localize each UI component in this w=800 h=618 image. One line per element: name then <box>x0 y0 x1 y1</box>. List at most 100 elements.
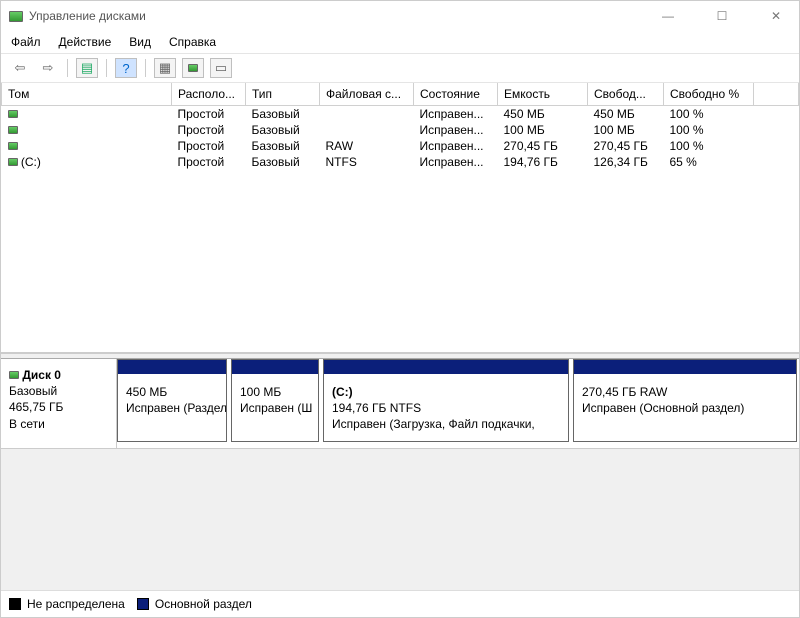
volume-icon <box>8 126 18 134</box>
col-spacer <box>754 83 799 106</box>
partition-body: 100 МБ Исправен (Ш <box>232 374 318 441</box>
cell-fs <box>320 106 414 123</box>
disk-name: Диск 0 <box>22 368 61 382</box>
legend-swatch-unallocated <box>9 598 21 610</box>
partition-size: 450 МБ <box>126 385 167 399</box>
disk-size: 465,75 ГБ <box>9 400 63 414</box>
list-view-icon[interactable]: ▤ <box>76 58 98 78</box>
cell-vol <box>2 122 172 138</box>
partition-stripe <box>232 360 318 374</box>
cell-fs: RAW <box>320 138 414 154</box>
col-filesystem[interactable]: Файловая с... <box>320 83 414 106</box>
help-icon[interactable]: ? <box>115 58 137 78</box>
menu-file[interactable]: Файл <box>11 35 41 49</box>
detail-view-icon[interactable]: ▭ <box>210 58 232 78</box>
col-status[interactable]: Состояние <box>414 83 498 106</box>
partition-size: 100 МБ <box>240 385 281 399</box>
table-row[interactable]: ПростойБазовыйИсправен...100 МБ100 МБ100… <box>2 122 799 138</box>
disk-map: Диск 0 Базовый 465,75 ГБ В сети 450 МБИс… <box>1 359 799 449</box>
cell-status: Исправен... <box>414 154 498 170</box>
partition-body: 270,45 ГБ RAW Исправен (Основной раздел) <box>574 374 796 441</box>
legend-primary: Основной раздел <box>155 597 252 611</box>
cell-vol <box>2 106 172 123</box>
table-row[interactable]: ПростойБазовыйИсправен...450 МБ450 МБ100… <box>2 106 799 123</box>
cell-spacer <box>754 122 799 138</box>
toolbar-separator <box>145 59 146 77</box>
partition-size: 194,76 ГБ NTFS <box>332 401 421 415</box>
cell-spacer <box>754 138 799 154</box>
cell-layout: Простой <box>172 122 246 138</box>
col-free[interactable]: Свобод... <box>588 83 664 106</box>
col-volume[interactable]: Том <box>2 83 172 106</box>
cell-free: 450 МБ <box>588 106 664 123</box>
partition-status: Исправен (Основной раздел) <box>582 401 744 415</box>
minimize-button[interactable]: — <box>653 9 683 23</box>
close-button[interactable]: ✕ <box>761 9 791 23</box>
legend: Не распределена Основной раздел <box>1 590 799 617</box>
legend-swatch-primary <box>137 598 149 610</box>
partition-stripe <box>324 360 568 374</box>
partition[interactable]: 450 МБИсправен (Раздел <box>117 359 227 442</box>
partition-status: Исправен (Загрузка, Файл подкачки, <box>332 417 535 431</box>
partition-stripe <box>574 360 796 374</box>
cell-freepct: 65 % <box>664 154 754 170</box>
partitions-strip: 450 МБИсправен (Раздел 100 МБ Исправен (Ш (… <box>117 359 799 448</box>
col-layout[interactable]: Располо... <box>172 83 246 106</box>
cell-status: Исправен... <box>414 106 498 123</box>
cell-status: Исправен... <box>414 138 498 154</box>
partition[interactable]: (C:) 194,76 ГБ NTFS Исправен (Загрузка, Фа… <box>323 359 569 442</box>
disk-icon <box>9 371 19 379</box>
menu-help[interactable]: Справка <box>169 35 216 49</box>
cell-free: 270,45 ГБ <box>588 138 664 154</box>
empty-area <box>1 449 799 590</box>
volume-icon <box>8 110 18 118</box>
cell-capacity: 270,45 ГБ <box>498 138 588 154</box>
cell-type: Базовый <box>246 106 320 123</box>
toolbar: ⇦ ⇨ ▤ ? ▦ ▭ <box>1 53 799 83</box>
maximize-button[interactable]: ☐ <box>707 9 737 23</box>
cell-status: Исправен... <box>414 122 498 138</box>
toolbar-separator <box>67 59 68 77</box>
partition-stripe <box>118 360 226 374</box>
partition[interactable]: 270,45 ГБ RAW Исправен (Основной раздел) <box>573 359 797 442</box>
partition[interactable]: 100 МБ Исправен (Ш <box>231 359 319 442</box>
cell-spacer <box>754 106 799 123</box>
partition-size: 270,45 ГБ RAW <box>582 385 667 399</box>
col-freepct[interactable]: Свободно % <box>664 83 754 106</box>
table-row[interactable]: (C:)ПростойБазовыйNTFSИсправен...194,76 … <box>2 154 799 170</box>
menubar: Файл Действие Вид Справка <box>1 31 799 53</box>
cell-type: Базовый <box>246 138 320 154</box>
grid-view-icon[interactable]: ▦ <box>154 58 176 78</box>
col-type[interactable]: Тип <box>246 83 320 106</box>
volume-list: Том Располо... Тип Файловая с... Состоян… <box>1 83 799 353</box>
legend-unallocated: Не распределена <box>27 597 125 611</box>
partition-body: 450 МБИсправен (Раздел <box>118 374 226 441</box>
cell-freepct: 100 % <box>664 106 754 123</box>
cell-layout: Простой <box>172 154 246 170</box>
cell-fs <box>320 122 414 138</box>
back-arrow-icon[interactable]: ⇦ <box>9 58 31 78</box>
disk-info[interactable]: Диск 0 Базовый 465,75 ГБ В сети <box>1 359 117 448</box>
partition-body: (C:) 194,76 ГБ NTFS Исправен (Загрузка, Фа… <box>324 374 568 441</box>
cell-free: 100 МБ <box>588 122 664 138</box>
cell-capacity: 450 МБ <box>498 106 588 123</box>
menu-view[interactable]: Вид <box>129 35 151 49</box>
cell-vol: (C:) <box>2 154 172 170</box>
partition-label: (C:) <box>332 385 353 399</box>
col-capacity[interactable]: Емкость <box>498 83 588 106</box>
cell-layout: Простой <box>172 138 246 154</box>
disk-view-icon[interactable] <box>182 58 204 78</box>
partition-status: Исправен (Ш <box>240 401 312 415</box>
menu-action[interactable]: Действие <box>59 35 112 49</box>
volume-label: (C:) <box>18 155 41 169</box>
cell-spacer <box>754 154 799 170</box>
cell-freepct: 100 % <box>664 138 754 154</box>
window-title: Управление дисками <box>29 9 653 23</box>
table-row[interactable]: ПростойБазовыйRAWИсправен...270,45 ГБ270… <box>2 138 799 154</box>
forward-arrow-icon[interactable]: ⇨ <box>37 58 59 78</box>
toolbar-separator <box>106 59 107 77</box>
cell-fs: NTFS <box>320 154 414 170</box>
disk-status: В сети <box>9 417 45 431</box>
titlebar: Управление дисками — ☐ ✕ <box>1 1 799 31</box>
cell-type: Базовый <box>246 122 320 138</box>
